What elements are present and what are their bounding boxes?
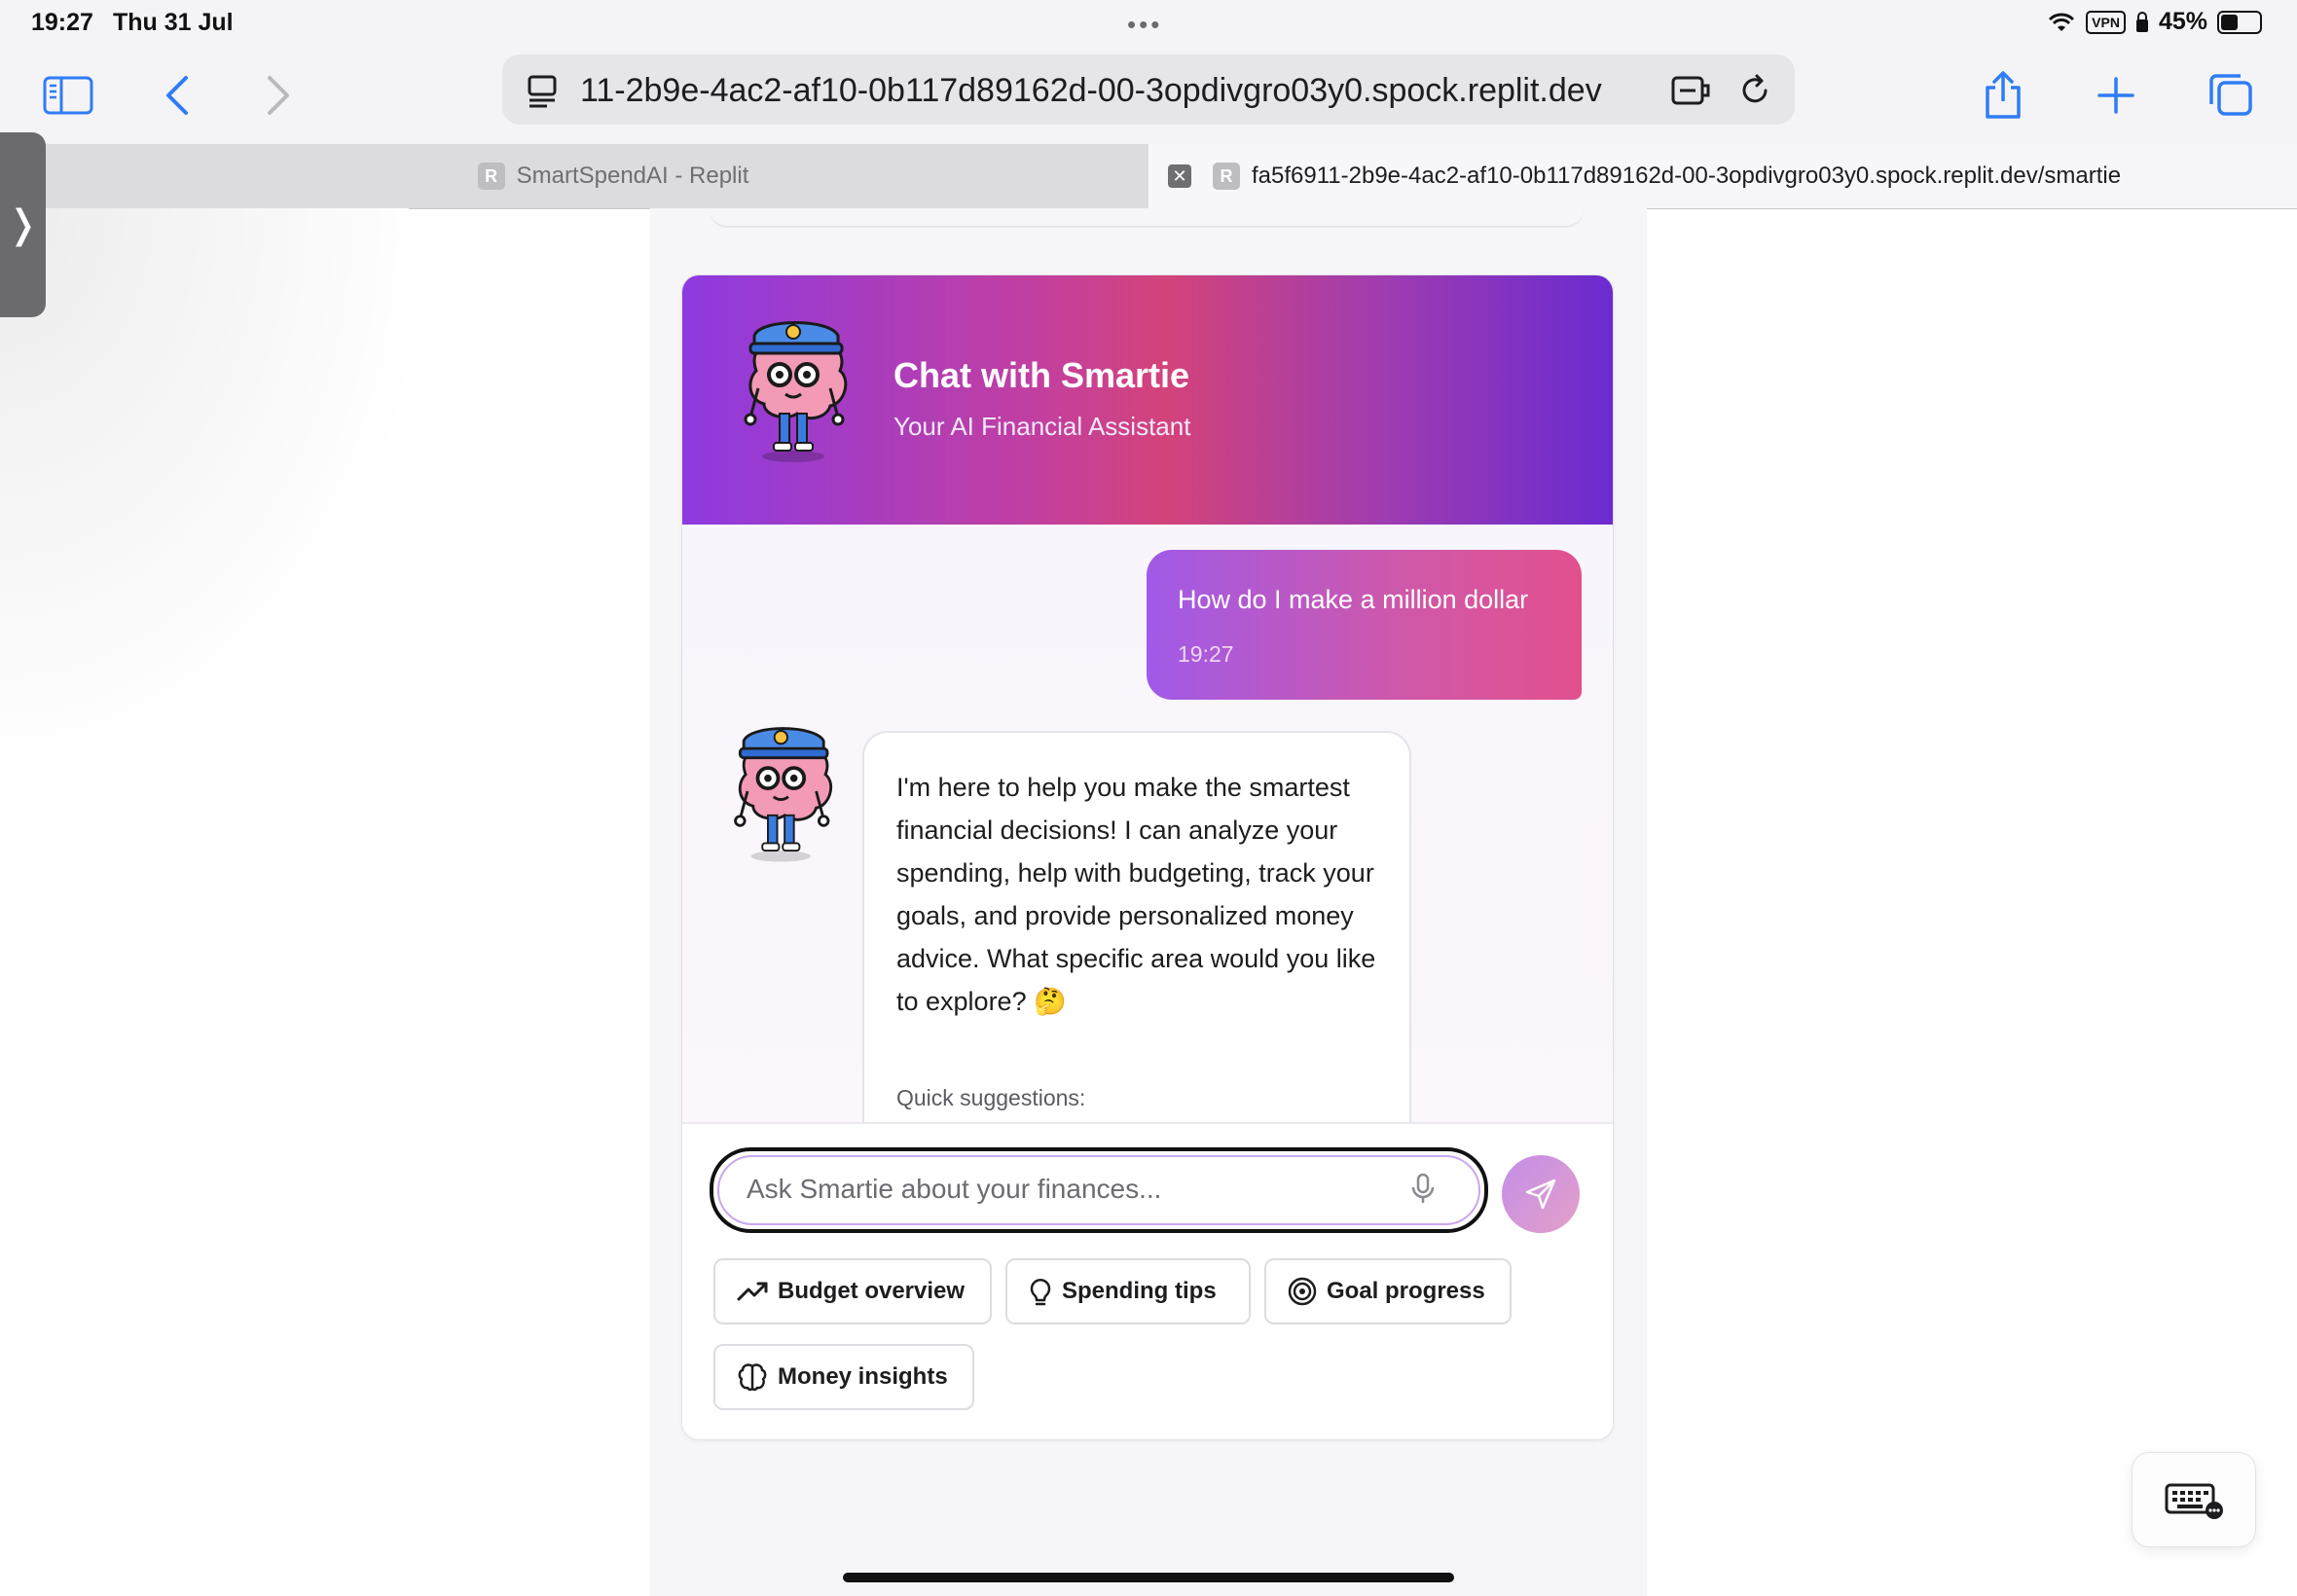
money-insights-button[interactable]: Money insights — [713, 1344, 974, 1410]
extension-icon[interactable] — [1670, 72, 1713, 109]
home-indicator[interactable] — [843, 1573, 1454, 1582]
keyboard-icon — [2165, 1483, 2223, 1519]
share-icon[interactable] — [1974, 66, 2032, 125]
assistant-message: I'm here to help you make the smartest f… — [862, 731, 1411, 1122]
chip-label: Spending tips — [1062, 1278, 1217, 1304]
smartie-mascot-icon — [744, 321, 848, 462]
battery-percent: 45% — [2158, 8, 2207, 35]
smartie-avatar-icon — [734, 727, 833, 862]
tab-bar: R SmartSpendAI - Replit ✕ R fa5f6911-2b9… — [0, 144, 2297, 209]
chip-label: Money insights — [778, 1363, 948, 1390]
keyboard-button[interactable] — [2132, 1452, 2256, 1547]
chip-label: Goal progress — [1327, 1278, 1485, 1304]
background-shade — [0, 208, 409, 753]
message-text: I'm here to help you make the smartest f… — [896, 773, 1376, 1016]
close-tab-icon[interactable]: ✕ — [1168, 164, 1191, 188]
page-menu-icon[interactable] — [526, 74, 561, 109]
vpn-badge: VPN — [2086, 10, 2126, 34]
back-icon[interactable] — [148, 66, 206, 125]
chat-card: Chat with Smartie Your AI Financial Assi… — [681, 274, 1614, 1440]
forward-icon[interactable] — [249, 66, 308, 125]
replit-favicon-icon: R — [477, 163, 505, 190]
message-text: How do I make a million dollar — [1178, 585, 1529, 614]
send-icon — [1525, 1179, 1556, 1210]
tab-title: SmartSpendAI - Replit — [516, 163, 749, 189]
status-bar: 19:27 Thu 31 Jul ••• VPN 45% — [0, 0, 2297, 49]
send-button[interactable] — [1502, 1155, 1580, 1233]
wifi-icon — [2049, 13, 2075, 31]
status-time: 19:27 — [31, 9, 93, 36]
message-input[interactable] — [745, 1167, 1371, 1212]
chat-header: Chat with Smartie Your AI Financial Assi… — [682, 275, 1613, 525]
message-list[interactable]: How do I make a million dollar 19:27 I'm… — [682, 525, 1613, 1122]
battery-icon — [2217, 10, 2262, 34]
goal-progress-button[interactable]: Goal progress — [1264, 1258, 1512, 1324]
message-input-wrapper — [710, 1147, 1488, 1233]
address-bar[interactable]: 11-2b9e-4ac2-af10-0b117d89162d-00-3opdiv… — [502, 54, 1795, 125]
new-tab-icon[interactable] — [2087, 66, 2145, 125]
status-date: Thu 31 Jul — [113, 9, 234, 36]
tab-smartie[interactable]: ✕ R fa5f6911-2b9e-4ac2-af10-0b117d89162d… — [1148, 144, 2297, 208]
tab-title: fa5f6911-2b9e-4ac2-af10-0b117d89162d-00-… — [1252, 163, 2122, 189]
lightbulb-icon — [1030, 1279, 1051, 1306]
chat-subtitle: Your AI Financial Assistant — [893, 412, 1191, 441]
url-text: 11-2b9e-4ac2-af10-0b117d89162d-00-3opdiv… — [580, 72, 1602, 109]
trending-up-icon — [737, 1282, 768, 1301]
multitasking-dots[interactable]: ••• — [1127, 10, 1162, 40]
chip-label: Budget overview — [778, 1278, 966, 1304]
browser-toolbar: 11-2b9e-4ac2-af10-0b117d89162d-00-3opdiv… — [0, 49, 2297, 144]
replit-favicon-icon: R — [1213, 163, 1240, 190]
target-icon — [1288, 1277, 1317, 1306]
tab-smartspendai[interactable]: R SmartSpendAI - Replit — [0, 144, 1187, 208]
header-remnant — [709, 208, 1585, 228]
chat-title: Chat with Smartie — [893, 355, 1190, 395]
reload-icon[interactable] — [1736, 72, 1773, 109]
user-message: How do I make a million dollar 19:27 — [1147, 550, 1582, 700]
message-time: 19:27 — [1178, 641, 1234, 667]
quick-suggestions-label: Quick suggestions: — [896, 1085, 1086, 1110]
status-indicators: VPN 45% — [2047, 8, 2262, 36]
brain-icon — [738, 1363, 767, 1392]
page-content: Chat with Smartie Your AI Financial Assi… — [650, 208, 1647, 1596]
sidebar-toggle-icon[interactable] — [39, 66, 97, 125]
sidebar-handle-icon[interactable]: ❭ — [0, 132, 46, 317]
composer: Budget overview Spending tips Goal progr… — [682, 1122, 1613, 1439]
lock-rotation-icon — [2135, 11, 2148, 32]
microphone-icon[interactable] — [1410, 1173, 1436, 1206]
spending-tips-button[interactable]: Spending tips — [1005, 1258, 1251, 1324]
budget-overview-button[interactable]: Budget overview — [713, 1258, 992, 1324]
tab-overview-icon[interactable] — [2202, 66, 2260, 125]
